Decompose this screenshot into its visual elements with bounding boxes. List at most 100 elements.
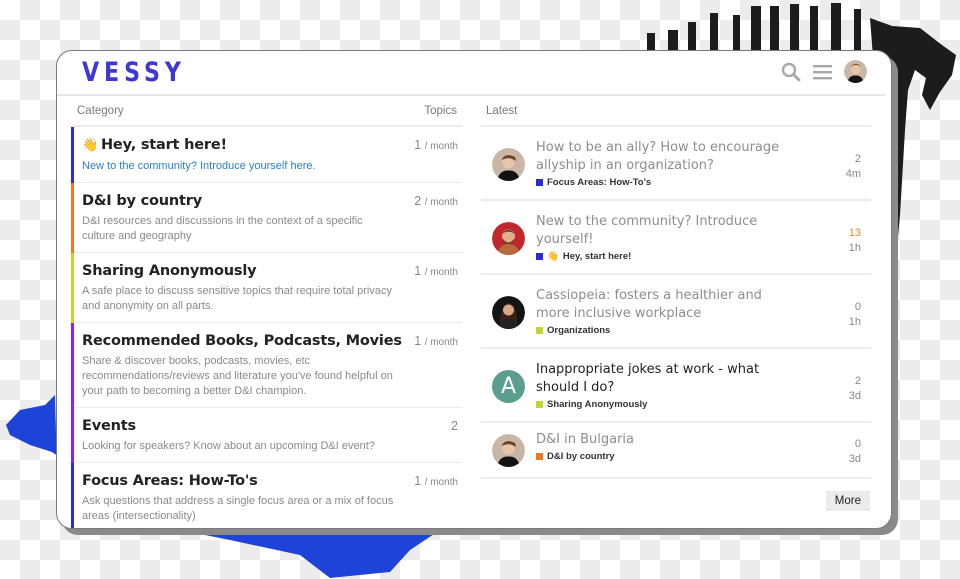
topic-stats: 0 1h xyxy=(849,300,861,330)
topic-stats: 13 1h xyxy=(849,226,861,256)
topic-count-period: / month xyxy=(424,197,458,208)
topic-row[interactable]: A Inappropriate jokes at work - what sho… xyxy=(481,349,871,423)
topic-age: 3d xyxy=(848,390,861,402)
topic-count-period: / month xyxy=(424,141,458,152)
topic-category-badge[interactable]: 👋 Hey, start here! xyxy=(536,251,796,262)
user-avatar[interactable] xyxy=(844,60,867,83)
category-row[interactable]: Events Looking for speakers? Know about … xyxy=(71,408,462,463)
topic-count-number: 2 xyxy=(451,419,458,433)
topic-count-period: / month xyxy=(424,337,458,348)
category-description[interactable]: New to the community? Introduce yourself… xyxy=(82,159,458,174)
reply-count: 13 xyxy=(848,227,861,239)
category-topic-count: 1 / month xyxy=(414,334,458,348)
category-color-square xyxy=(536,453,543,460)
category-topic-count: 2 xyxy=(451,419,458,433)
category-title-text: Focus Areas: How-To's xyxy=(82,473,258,489)
topic-count-number: 1 xyxy=(414,474,422,488)
poster-avatar[interactable] xyxy=(492,434,525,467)
latest-panel: Latest How to be an ally? How to encoura… xyxy=(481,97,871,479)
topic-category-badge[interactable]: Organizations xyxy=(536,325,796,336)
category-description: A safe place to discuss sensitive topics… xyxy=(82,285,392,312)
category-row[interactable]: Focus Areas: How-To's Ask questions that… xyxy=(71,463,462,528)
category-color-bar xyxy=(71,253,74,323)
topic-count-period: / month xyxy=(424,477,458,488)
topic-category-name: D&I by country xyxy=(547,451,615,462)
category-row[interactable]: Recommended Books, Podcasts, Movies Shar… xyxy=(71,323,462,408)
waving-hand-icon: 👋 xyxy=(82,138,98,153)
category-title-text: Hey, start here! xyxy=(101,137,227,153)
latest-table-header: Latest xyxy=(481,97,871,127)
topic-count-number: 1 xyxy=(414,264,422,278)
category-topic-count: 1 / month xyxy=(414,264,458,278)
category-color-square xyxy=(536,179,543,186)
topics-column-header: Topics xyxy=(424,105,457,117)
forum-window: VESSY Category Topics 👋 Hey, start here! … xyxy=(56,50,892,529)
waving-hand-icon: 👋 xyxy=(547,251,559,262)
topic-row[interactable]: How to be an ally? How to encourage ally… xyxy=(481,127,871,201)
topic-category-badge[interactable]: Focus Areas: How-To's xyxy=(536,177,796,188)
category-color-square xyxy=(536,401,543,408)
poster-avatar[interactable] xyxy=(492,148,525,181)
reply-count: 0 xyxy=(854,301,861,313)
poster-avatar[interactable]: A xyxy=(492,370,525,403)
category-description: D&I resources and discussions in the con… xyxy=(82,215,363,242)
categories-panel: Category Topics 👋 Hey, start here! New to… xyxy=(71,97,462,528)
reply-count: 2 xyxy=(854,375,861,387)
topic-title[interactable]: New to the community? Introduce yourself… xyxy=(536,213,796,249)
topic-age: 1h xyxy=(848,242,861,254)
site-header: VESSY xyxy=(57,51,885,96)
topic-category-name: Organizations xyxy=(547,325,611,336)
topic-count-number: 1 xyxy=(414,334,422,348)
category-description: Share & discover books, podcasts, movies… xyxy=(82,355,393,397)
topic-row[interactable]: New to the community? Introduce yourself… xyxy=(481,201,871,275)
category-title[interactable]: Sharing Anonymously xyxy=(82,260,458,282)
category-title-text: Sharing Anonymously xyxy=(82,263,257,279)
topic-age: 1h xyxy=(848,316,861,328)
search-icon[interactable] xyxy=(781,62,801,82)
topic-age: 4m xyxy=(845,168,861,180)
topic-category-name: Sharing Anonymously xyxy=(547,399,648,410)
topic-category-badge[interactable]: D&I by country xyxy=(536,451,796,462)
category-title[interactable]: Recommended Books, Podcasts, Movies xyxy=(82,330,458,352)
topic-category-name: Focus Areas: How-To's xyxy=(547,177,652,188)
topic-count-period: / month xyxy=(424,267,458,278)
category-column-header: Category xyxy=(77,105,124,117)
site-logo[interactable]: VESSY xyxy=(82,57,186,88)
topic-row[interactable]: Cassiopeia: fosters a healthier and more… xyxy=(481,275,871,349)
category-color-bar xyxy=(71,127,74,183)
topic-stats: 2 4m xyxy=(846,152,861,182)
category-description: Looking for speakers? Know about an upco… xyxy=(82,440,375,452)
topic-count-number: 2 xyxy=(414,194,422,208)
category-title-text: Events xyxy=(82,418,136,434)
category-color-square xyxy=(536,327,543,334)
topic-title[interactable]: Cassiopeia: fosters a healthier and more… xyxy=(536,287,796,323)
latest-column-header: Latest xyxy=(486,105,518,117)
topic-category-name: Hey, start here! xyxy=(562,251,632,262)
topic-title[interactable]: Inappropriate jokes at work - what shoul… xyxy=(536,361,796,397)
category-color-bar xyxy=(71,408,74,463)
topic-row[interactable]: D&I in Bulgaria D&I by country 0 3d xyxy=(481,423,871,479)
category-title[interactable]: Events xyxy=(82,415,458,437)
category-title[interactable]: D&I by country xyxy=(82,190,458,212)
category-topic-count: 1 / month xyxy=(414,474,458,488)
topic-title[interactable]: How to be an ally? How to encourage ally… xyxy=(536,139,796,175)
category-title[interactable]: Focus Areas: How-To's xyxy=(82,470,458,492)
poster-avatar[interactable] xyxy=(492,222,525,255)
hamburger-menu-icon[interactable] xyxy=(813,64,832,80)
category-color-bar xyxy=(71,183,74,253)
category-row[interactable]: 👋 Hey, start here! New to the community? … xyxy=(71,127,462,183)
category-title-text: Recommended Books, Podcasts, Movies xyxy=(82,333,402,349)
reply-count: 2 xyxy=(854,153,861,165)
poster-avatar[interactable] xyxy=(492,296,525,329)
category-title[interactable]: 👋 Hey, start here! xyxy=(82,134,458,157)
topic-title[interactable]: D&I in Bulgaria xyxy=(536,431,796,449)
more-button[interactable]: More xyxy=(825,491,870,511)
categories-table-header: Category Topics xyxy=(71,97,462,127)
category-row[interactable]: D&I by country D&I resources and discuss… xyxy=(71,183,462,253)
topic-count-number: 1 xyxy=(414,138,422,152)
category-description: Ask questions that address a single focu… xyxy=(82,495,394,522)
topic-age: 3d xyxy=(848,453,861,465)
topic-category-badge[interactable]: Sharing Anonymously xyxy=(536,399,796,410)
category-color-square xyxy=(536,253,543,260)
category-row[interactable]: Sharing Anonymously A safe place to disc… xyxy=(71,253,462,323)
